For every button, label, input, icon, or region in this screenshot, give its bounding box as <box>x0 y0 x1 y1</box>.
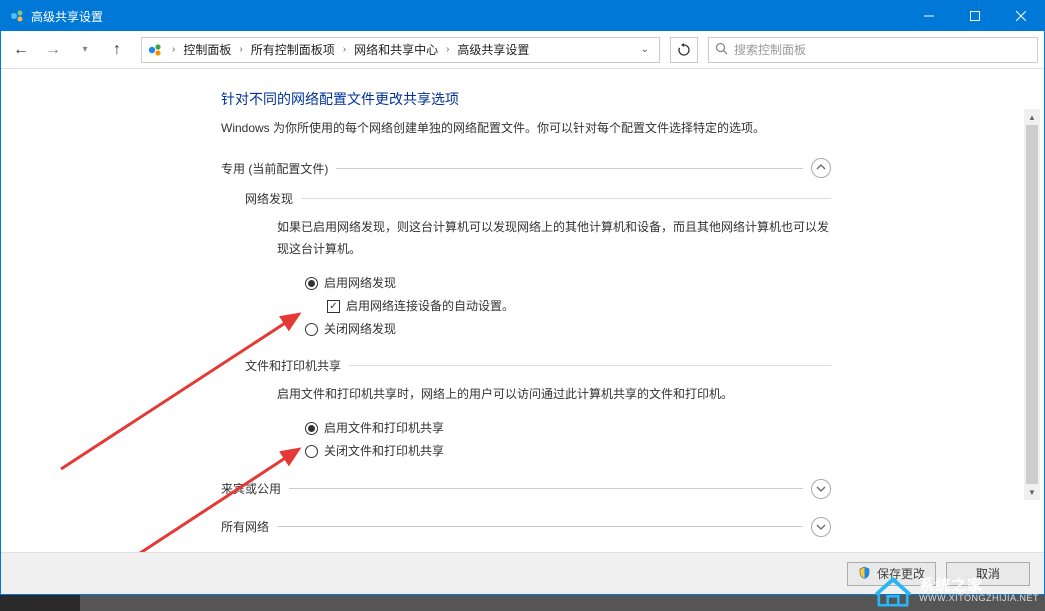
window-title: 高级共享设置 <box>31 8 906 25</box>
search-icon <box>715 42 728 58</box>
radio-disable-file-printer[interactable]: 关闭文件和打印机共享 <box>305 440 831 463</box>
expand-icon[interactable] <box>811 479 831 499</box>
chevron-right-icon: › <box>170 44 177 55</box>
breadcrumb-dropdown-button[interactable]: ⌄ <box>635 44 655 55</box>
file-printer-title: 文件和打印机共享 <box>245 357 341 374</box>
minimize-button[interactable] <box>906 1 952 31</box>
section-all-header[interactable]: 所有网络 <box>221 517 831 537</box>
search-input[interactable] <box>708 37 1038 63</box>
scroll-down-button[interactable]: ▼ <box>1024 484 1040 500</box>
file-printer-desc: 启用文件和打印机共享时，网络上的用户可以访问通过此计算机共享的文件和打印机。 <box>277 384 831 406</box>
nav-forward-button[interactable]: → <box>39 36 67 64</box>
watermark-text-en: WWW.XITONGZHIJIA.NET <box>919 594 1039 604</box>
radio-icon <box>305 323 318 336</box>
collapse-icon[interactable] <box>811 158 831 178</box>
chevron-right-icon: › <box>444 44 451 55</box>
file-printer-options: 启用文件和打印机共享 关闭文件和打印机共享 <box>305 417 831 463</box>
checkbox-icon <box>327 300 340 313</box>
checkbox-auto-setup[interactable]: 启用网络连接设备的自动设置。 <box>327 295 831 318</box>
section-all-label: 所有网络 <box>221 518 269 535</box>
option-label: 关闭文件和打印机共享 <box>324 440 444 463</box>
page-title: 针对不同的网络配置文件更改共享选项 <box>221 89 831 109</box>
section-guest-header[interactable]: 来宾或公用 <box>221 479 831 499</box>
breadcrumb-seg[interactable]: 所有控制面板项 <box>247 41 339 58</box>
network-discovery-desc: 如果已启用网络发现，则这台计算机可以发现网络上的其他计算机和设备，而且其他网络计… <box>277 217 831 260</box>
taskbar-fragment <box>0 595 80 611</box>
breadcrumb-seg[interactable]: 网络和共享中心 <box>350 41 442 58</box>
window: 高级共享设置 ← → ▾ ↑ › 控制面板 › 所有控制面板项 › <box>0 0 1045 595</box>
chevron-right-icon: › <box>237 44 244 55</box>
nav-back-button[interactable]: ← <box>7 36 35 64</box>
maximize-button[interactable] <box>952 1 998 31</box>
scroll-track[interactable] <box>1024 125 1040 484</box>
chevron-right-icon: › <box>341 44 348 55</box>
option-label: 启用文件和打印机共享 <box>324 417 444 440</box>
radio-icon <box>305 422 318 435</box>
radio-icon <box>305 277 318 290</box>
breadcrumb[interactable]: › 控制面板 › 所有控制面板项 › 网络和共享中心 › 高级共享设置 ⌄ <box>141 37 660 63</box>
titlebar-buttons <box>906 1 1044 31</box>
content-area: 针对不同的网络配置文件更改共享选项 Windows 为你所使用的每个网络创建单独… <box>1 69 1044 552</box>
titlebar: 高级共享设置 <box>1 1 1044 31</box>
search-field[interactable] <box>734 43 1031 57</box>
section-private-header[interactable]: 专用 (当前配置文件) <box>221 158 831 178</box>
section-guest-label: 来宾或公用 <box>221 480 281 497</box>
network-discovery-title: 网络发现 <box>245 190 293 207</box>
scroll-up-button[interactable]: ▲ <box>1024 109 1040 125</box>
radio-icon <box>305 445 318 458</box>
option-label: 启用网络连接设备的自动设置。 <box>346 295 514 318</box>
control-panel-icon <box>146 41 164 59</box>
navbar: ← → ▾ ↑ › 控制面板 › 所有控制面板项 › 网络和共享中心 › 高级共… <box>1 31 1044 69</box>
nav-recent-button[interactable]: ▾ <box>71 36 99 64</box>
network-discovery-options: 启用网络发现 启用网络连接设备的自动设置。 关闭网络发现 <box>305 272 831 340</box>
nav-up-button[interactable]: ↑ <box>103 36 131 64</box>
vertical-scrollbar[interactable]: ▲ ▼ <box>1024 109 1040 500</box>
subsection-network-discovery: 网络发现 <box>245 190 831 207</box>
scroll-thumb[interactable] <box>1026 125 1038 484</box>
subsection-file-printer: 文件和打印机共享 <box>245 357 831 374</box>
watermark-logo-icon <box>875 575 911 607</box>
close-button[interactable] <box>998 1 1044 31</box>
page-description: Windows 为你所使用的每个网络创建单独的网络配置文件。你可以针对每个配置文… <box>221 119 831 138</box>
section-private-label: 专用 (当前配置文件) <box>221 160 328 177</box>
breadcrumb-seg[interactable]: 控制面板 <box>179 41 235 58</box>
radio-enable-network-discovery[interactable]: 启用网络发现 <box>305 272 831 295</box>
expand-icon[interactable] <box>811 517 831 537</box>
shield-icon <box>858 566 871 582</box>
radio-disable-network-discovery[interactable]: 关闭网络发现 <box>305 318 831 341</box>
watermark: 系统之家 WWW.XITONGZHIJIA.NET <box>875 575 1039 607</box>
window-icon <box>9 8 25 24</box>
radio-enable-file-printer[interactable]: 启用文件和打印机共享 <box>305 417 831 440</box>
refresh-button[interactable] <box>670 37 698 63</box>
watermark-text-cn: 系统之家 <box>919 578 1039 595</box>
option-label: 启用网络发现 <box>324 272 396 295</box>
breadcrumb-seg[interactable]: 高级共享设置 <box>453 41 533 58</box>
option-label: 关闭网络发现 <box>324 318 396 341</box>
